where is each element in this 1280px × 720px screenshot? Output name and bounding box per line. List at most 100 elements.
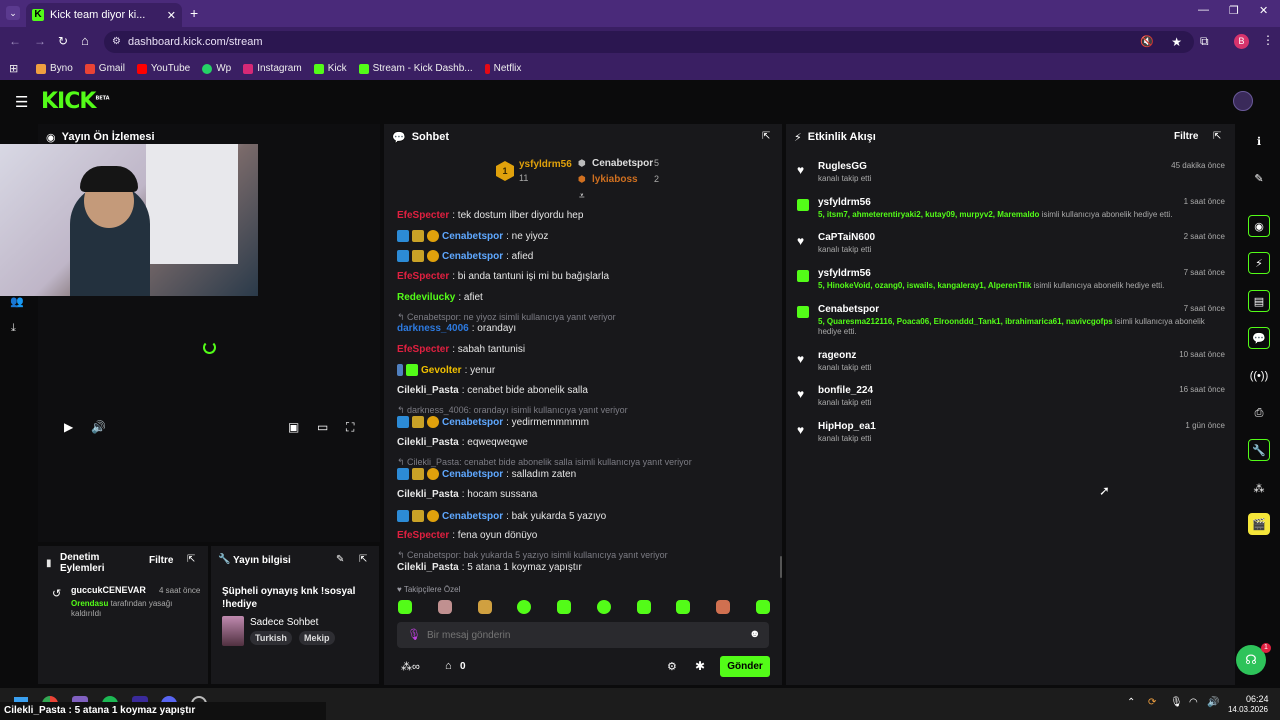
crown-badge-icon (412, 230, 424, 242)
edit-icon[interactable]: ✎ (1248, 167, 1270, 189)
fullscreen-icon[interactable]: ⛶ (346, 420, 354, 435)
profile-avatar[interactable]: B (1234, 34, 1249, 49)
tray-chevron-icon[interactable]: ⌃ (1127, 697, 1135, 708)
send-button[interactable]: Gönder (720, 656, 770, 677)
download-icon[interactable]: ⤓ (11, 322, 16, 335)
chat-input-box[interactable]: 🎙 ☻ (397, 622, 769, 648)
popout-icon[interactable]: ⇱ (762, 131, 770, 142)
gift-icon (797, 270, 809, 282)
url-bar[interactable]: ⚙ dashboard.kick.com/stream 🔇 ★ (104, 31, 1194, 53)
store-count: 0 (460, 661, 466, 672)
chat-message-input[interactable] (427, 625, 737, 645)
popout-icon[interactable]: ⇱ (359, 554, 367, 565)
volume-tray-icon[interactable]: 🔊 (1207, 697, 1219, 708)
emote-3-icon[interactable] (477, 600, 492, 614)
leader-2-name[interactable]: Cenabetspor (592, 158, 653, 169)
bookmark-byno[interactable]: Byno (36, 63, 73, 74)
gift-icon (797, 199, 809, 211)
tools-toggle-icon[interactable]: 🔧 (1248, 439, 1270, 461)
bookmark-netflix[interactable]: Netflix (484, 63, 521, 74)
leader-1-name[interactable]: ysfyldrm56 (519, 159, 572, 170)
leader-3-count: 2 (654, 174, 660, 184)
volume-icon[interactable]: 🔊 (91, 420, 106, 434)
reload-icon[interactable]: ↻ (58, 34, 68, 48)
bookmark-instagram[interactable]: Instagram (243, 63, 302, 74)
print-icon[interactable]: ⎙ (1248, 402, 1270, 424)
moderation-filter-button[interactable]: Filtre (149, 555, 173, 566)
microphone-icon[interactable]: 🎙 (407, 628, 421, 641)
chat-settings-gear-icon[interactable]: ⚙ (667, 660, 677, 673)
chat-message: Cenabetspor: salladım zaten (397, 468, 576, 480)
chat-scrollbar[interactable] (780, 556, 782, 578)
bookmark-gmail[interactable]: Gmail (84, 63, 125, 74)
popout-icon[interactable]: ⇱ (187, 554, 195, 565)
clock-time[interactable]: 06:24 (1246, 694, 1269, 704)
emote-5-icon[interactable] (557, 600, 572, 614)
maximize-icon[interactable]: ❐ (1229, 4, 1239, 17)
category-name[interactable]: Sadece Sohbet (250, 617, 318, 628)
bookmark-kick[interactable]: Kick (313, 63, 347, 74)
kick-logo[interactable]: KICKBETA (41, 89, 110, 114)
broadcast-icon[interactable]: ((•)) (1248, 365, 1270, 387)
clock-date[interactable]: 14.03.2026 (1222, 705, 1268, 714)
apps-grid-icon[interactable]: ⊞ (9, 62, 18, 75)
back-icon[interactable]: ← (9, 34, 21, 48)
popout-icon[interactable]: ⇱ (1213, 131, 1221, 142)
subscriber-badge-icon (406, 364, 418, 376)
preview-toggle-icon[interactable]: ◉ (1248, 215, 1270, 237)
emote-6-icon[interactable] (596, 600, 611, 614)
moderator-name[interactable]: guccukCENEVAR (71, 585, 146, 595)
new-tab-icon[interactable]: + (190, 5, 198, 21)
pip-icon[interactable]: ▣ (288, 420, 299, 434)
tag-mekip[interactable]: Mekip (299, 631, 335, 645)
kick-favicon-icon: K (32, 9, 44, 21)
moderator-badge-icon (397, 468, 409, 480)
bookmark-kick-dashboard[interactable]: Stream - Kick Dashb... (358, 63, 473, 74)
stream-info-panel: 🔧 Yayın bilgisi ✎ ⇱ Şüpheli oynayış knk … (211, 546, 379, 684)
activity-filter-button[interactable]: Filtre (1174, 131, 1198, 142)
info-icon[interactable]: ℹ (1248, 130, 1270, 152)
network-icon[interactable]: ⁂ (1248, 477, 1270, 499)
theater-mode-icon[interactable]: ▭ (317, 420, 328, 434)
emote-1-icon[interactable] (398, 600, 412, 614)
forward-icon[interactable]: → (34, 34, 46, 48)
tab-close-icon[interactable]: ✕ (167, 9, 176, 22)
close-window-icon[interactable]: ✕ (1259, 4, 1268, 17)
bookmark-youtube[interactable]: YouTube (136, 63, 190, 74)
document-toggle-icon[interactable]: ▤ (1248, 290, 1270, 312)
wifi-icon[interactable]: ◠ (1189, 697, 1198, 708)
emote-7-icon[interactable] (636, 600, 651, 614)
user-avatar[interactable] (1233, 91, 1253, 111)
collapse-icon[interactable]: ⩡ (579, 191, 585, 202)
emote-2-icon[interactable] (437, 600, 452, 614)
browser-menu-icon[interactable]: ⋮ (1262, 33, 1274, 47)
site-info-icon[interactable]: ⚙ (112, 31, 121, 53)
leader-3-name[interactable]: lykiaboss (592, 174, 638, 185)
browser-tab[interactable]: K Kick team diyor ki... ✕ (26, 3, 182, 27)
home-icon[interactable]: ⌂ (81, 33, 89, 48)
edit-pencil-icon[interactable]: ✎ (336, 554, 344, 565)
emote-9-icon[interactable] (716, 600, 731, 614)
activity-toggle-icon[interactable]: ⚡ (1248, 252, 1270, 274)
hamburger-menu-icon[interactable]: ☰ (15, 93, 28, 111)
tray-app-icon[interactable]: ⟳ (1148, 697, 1156, 708)
extensions-icon[interactable]: ⧉ (1200, 34, 1209, 49)
microphone-tray-icon[interactable]: 🎙 (1170, 697, 1183, 708)
play-icon[interactable]: ▶ (64, 420, 73, 434)
store-icon[interactable]: ⌂ (445, 660, 452, 672)
emoji-picker-icon[interactable]: ☻ (749, 628, 761, 640)
quick-emote-icon[interactable]: ✱ (695, 659, 705, 673)
users-icon[interactable]: 👥 (10, 295, 24, 308)
clapperboard-icon[interactable]: 🎬 (1248, 513, 1270, 535)
emote-4-icon[interactable] (517, 600, 532, 614)
emote-8-icon[interactable] (676, 600, 691, 614)
minimize-icon[interactable]: — (1198, 4, 1209, 16)
tab-search-icon[interactable]: ⌄ (6, 6, 20, 20)
mute-icon[interactable]: 🔇 (1140, 31, 1154, 53)
points-infinity-icon[interactable]: ⁂∞ (401, 660, 420, 673)
emote-10-icon[interactable] (755, 600, 770, 614)
chat-toggle-icon[interactable]: 💬 (1248, 327, 1270, 349)
bookmark-star-icon[interactable]: ★ (1171, 31, 1182, 53)
bookmark-wp[interactable]: Wp (202, 63, 231, 74)
tag-turkish[interactable]: Turkish (250, 631, 292, 645)
